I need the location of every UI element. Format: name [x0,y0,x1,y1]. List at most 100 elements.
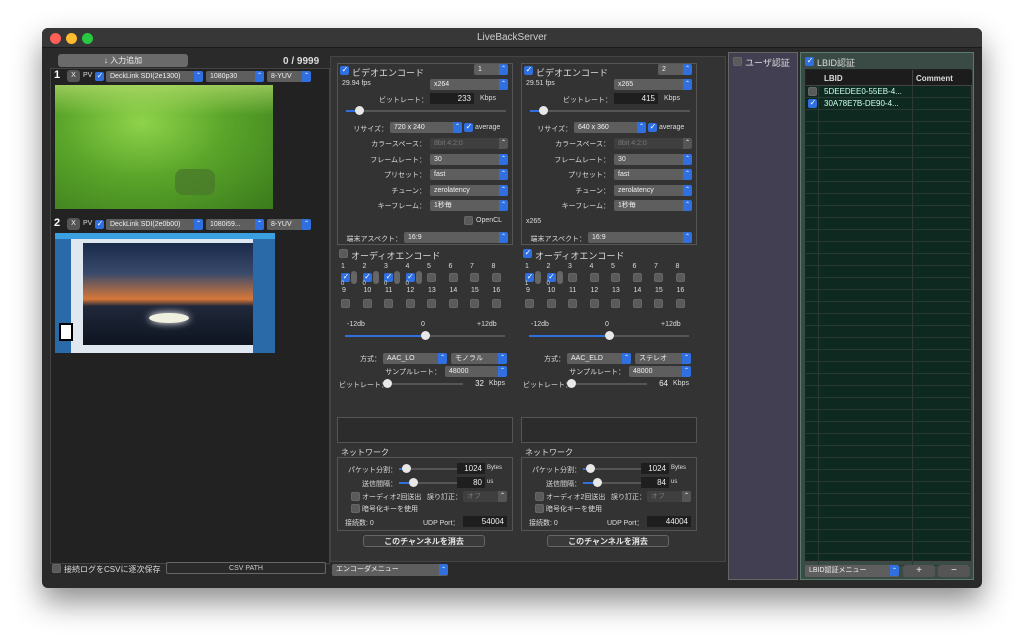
audio-channel-checkbox[interactable] [675,299,685,308]
slider-knob[interactable] [605,331,614,340]
audio-channel-checkbox[interactable] [546,299,556,308]
audio-channel-checkbox[interactable] [427,299,436,308]
format-select[interactable]: 1080i59... ⌃ [206,219,264,230]
codec-select[interactable]: x264 ⌃ [430,79,508,90]
audio-channel-checkbox[interactable] [654,299,663,308]
slider-knob[interactable] [402,464,411,473]
preset-select[interactable]: fast ⌃ [430,169,508,180]
lbid-auth-checkbox[interactable] [805,56,814,66]
slider-knob[interactable] [354,106,364,115]
samplerate-select[interactable]: 48000 ⌃ [629,366,691,377]
column-lbid[interactable]: LBID [824,74,843,83]
delete-channel-button[interactable]: このチャンネルを消去 [363,535,485,547]
channel-stepper[interactable] [351,271,357,284]
lbid-row-checkbox[interactable] [808,87,817,96]
user-auth-checkbox[interactable] [733,57,742,66]
resize-select[interactable]: 640 x 360 ⌃ [574,122,646,133]
method-select[interactable]: AAC_ELD ⌃ [567,353,631,364]
audio-channel-checkbox[interactable] [654,273,663,282]
tune-select[interactable]: zerolatency ⌃ [430,185,508,196]
framerate-select[interactable]: 30 ⌃ [430,154,508,165]
delete-channel-button[interactable]: このチャンネルを消去 [547,535,669,547]
audio-channel-checkbox[interactable] [675,273,685,282]
channel-stepper[interactable] [556,271,563,284]
format-select[interactable]: 1080p30 ⌃ [206,71,264,82]
average-checkbox[interactable] [464,122,473,132]
samplerate-select[interactable]: 48000 ⌃ [445,366,507,377]
audio-channel-checkbox[interactable] [568,299,577,308]
audio-channel-checkbox[interactable] [362,299,372,308]
audio-bitrate-slider[interactable] [567,379,647,388]
audio-channel-checkbox[interactable] [491,273,501,282]
audio-channel-checkbox[interactable] [491,299,501,308]
audio-channel-checkbox[interactable] [568,273,577,282]
opencl-checkbox[interactable] [464,216,473,225]
channel-stepper[interactable] [394,271,400,284]
audio-channel-checkbox[interactable] [405,299,415,308]
audio-twice-checkbox[interactable] [351,492,360,501]
pixel-select[interactable]: 8-YUV ⌃ [267,71,311,82]
average-checkbox[interactable] [648,122,657,132]
keyframe-select[interactable]: 1秒毎 ⌃ [430,200,508,211]
csv-save-checkbox[interactable] [52,564,61,573]
resize-select[interactable]: 720 x 240 ⌃ [390,122,462,133]
slider-knob[interactable] [409,478,418,487]
add-input-button[interactable]: ↓ 入力追加 [58,54,188,67]
encrypt-checkbox[interactable] [351,504,360,513]
audio-channel-checkbox[interactable] [589,273,599,282]
slider-knob[interactable] [593,478,602,487]
channel-select[interactable]: 2 ⌃ [658,64,692,75]
channels-select[interactable]: モノラル ⌃ [451,353,507,364]
slider-knob[interactable] [586,464,595,473]
slider-knob[interactable] [421,331,430,340]
preview-checkbox[interactable] [95,219,104,229]
codec-select[interactable]: x265 ⌃ [614,79,692,90]
audio-channel-checkbox[interactable] [589,299,599,308]
csv-path-field[interactable]: CSV PATH [166,562,326,574]
method-select[interactable]: AAC_LO ⌃ [383,353,447,364]
bitrate-slider[interactable] [530,106,690,115]
channels-select[interactable]: ステレオ ⌃ [635,353,691,364]
channel-select[interactable]: 1 ⌃ [474,64,508,75]
audio-encode-checkbox[interactable] [523,248,532,258]
audio-channel-checkbox[interactable] [632,273,642,282]
remove-lbid-button[interactable]: − [938,565,970,577]
remove-input-button[interactable]: X [67,218,80,230]
audio-twice-checkbox[interactable] [535,492,544,501]
slider-knob[interactable] [567,379,576,388]
gain-slider[interactable] [345,331,505,340]
video-encode-checkbox[interactable] [340,65,349,75]
audio-channel-checkbox[interactable] [632,299,642,308]
encoder-menu-select[interactable]: エンコーダメニュー ⌃ [332,564,448,576]
packet-field[interactable]: 1024 [641,463,669,474]
encrypt-checkbox[interactable] [535,504,544,513]
table-row[interactable]: 5DEEDEE0-55EB-4... [806,86,970,98]
framerate-select[interactable]: 30 ⌃ [614,154,692,165]
column-comment[interactable]: Comment [916,74,953,83]
interval-field[interactable]: 84 [641,477,669,488]
bitrate-field[interactable]: 233 [430,93,474,104]
audio-encode-checkbox[interactable] [339,249,348,258]
audio-channel-checkbox[interactable] [448,299,458,308]
table-row[interactable]: 30A78E7B-DE90-4... [806,98,970,110]
audio-bitrate-slider[interactable] [383,379,463,388]
bitrate-slider[interactable] [346,106,506,115]
preview-checkbox[interactable] [95,71,104,81]
audio-channel-checkbox[interactable] [448,273,458,282]
slider-knob[interactable] [538,106,548,115]
aspect-select[interactable]: 16:9 ⌃ [588,232,692,243]
pixel-select[interactable]: 8-YUV ⌃ [267,219,311,230]
audio-channel-checkbox[interactable] [611,299,620,308]
device-select[interactable]: DeckLink SDI(2e1300) ⌃ [106,71,203,82]
channel-stepper[interactable] [535,271,541,284]
interval-field[interactable]: 80 [457,477,485,488]
audio-channel-checkbox[interactable] [384,299,393,308]
gain-slider[interactable] [529,331,689,340]
audio-channel-checkbox[interactable] [427,273,436,282]
slider-knob[interactable] [383,379,392,388]
add-lbid-button[interactable]: + [903,565,935,577]
bitrate-field[interactable]: 415 [614,93,658,104]
packet-field[interactable]: 1024 [457,463,485,474]
channel-stepper[interactable] [415,271,422,284]
remove-input-button[interactable]: X [67,70,80,82]
